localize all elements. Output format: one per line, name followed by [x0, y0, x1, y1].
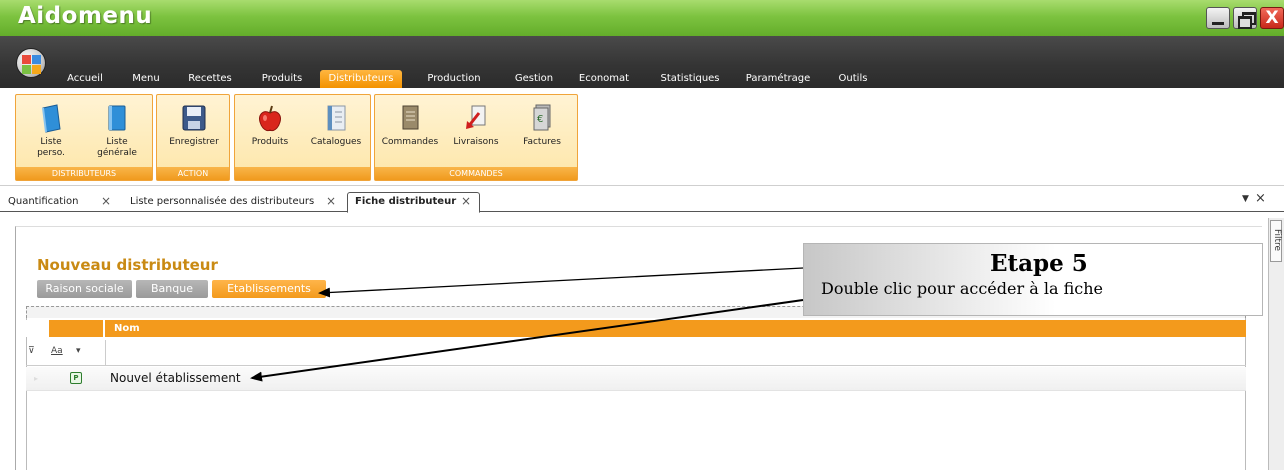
row-name[interactable]: Nouvel établissement: [110, 371, 241, 385]
minimize-icon: [1207, 8, 1229, 28]
filter-side-label: Filtre: [1272, 229, 1282, 252]
grid-header: Nom: [26, 320, 1246, 337]
subtab-banque[interactable]: Banque: [136, 280, 208, 298]
liste-generale-button[interactable]: Liste générale: [84, 95, 150, 168]
tab-liste-personnalisee[interactable]: Liste personnalisée des distributeurs: [130, 195, 314, 209]
grid-header-indicator: [49, 320, 103, 337]
column-header-nom[interactable]: [105, 320, 1246, 337]
book-icon: [108, 105, 126, 131]
title-bar: Aidomenu X: [0, 0, 1284, 36]
apple-icon: [259, 105, 281, 132]
ribbon-group-produits: Produits Catalogues: [234, 94, 371, 181]
liste-generale-label: Liste générale: [97, 137, 137, 158]
ribbon-group-action: Enregistrer ACTION: [156, 94, 230, 181]
catalog-icon: [327, 105, 346, 131]
produits-button[interactable]: Produits: [237, 95, 303, 168]
save-icon: [182, 105, 206, 131]
establishment-icon: P: [70, 372, 82, 384]
catalogues-button[interactable]: Catalogues: [303, 95, 369, 168]
ribbon-group-label: DISTRIBUTEURS: [16, 167, 152, 180]
column-header-label: Nom: [114, 323, 140, 334]
liste-perso-button[interactable]: Liste perso.: [18, 95, 84, 168]
grid-filter-row: ⊽ Aa ▾: [26, 340, 1246, 366]
subtab-etablissements[interactable]: Etablissements: [212, 280, 326, 298]
delivery-icon: [466, 105, 486, 129]
chevron-down-icon[interactable]: ▾: [76, 346, 81, 356]
pin-icon[interactable]: ▼: [1242, 194, 1249, 204]
liste-perso-label: Liste perso.: [37, 137, 65, 158]
close-icon: X: [1265, 8, 1279, 28]
invoice-icon: €: [533, 104, 551, 131]
filter-side-tab[interactable]: Filtre: [1270, 220, 1282, 262]
ribbon-group-commandes: Commandes Livraisons € Factures COMMANDE…: [374, 94, 578, 181]
factures-button[interactable]: € Factures: [509, 95, 575, 168]
commandes-button[interactable]: Commandes: [377, 95, 443, 168]
menu-tab-outils[interactable]: Outils: [830, 70, 876, 88]
menu-tab-parametrage[interactable]: Paramétrage: [738, 70, 818, 88]
ribbon-group-label: [235, 167, 370, 180]
close-icon[interactable]: ×: [326, 194, 336, 208]
filter-case-icon[interactable]: Aa: [51, 346, 63, 356]
commandes-label: Commandes: [381, 137, 439, 147]
app-title: Aidomenu: [18, 3, 153, 29]
tab-quantification[interactable]: Quantification: [8, 195, 78, 209]
close-icon[interactable]: ×: [461, 194, 471, 208]
factures-label: Factures: [523, 137, 561, 147]
menu-tab-economat[interactable]: Economat: [571, 70, 637, 88]
filter-icon[interactable]: ⊽: [28, 346, 35, 356]
app-logo-button[interactable]: [16, 48, 46, 78]
ribbon-group-label: ACTION: [157, 167, 229, 180]
order-icon: [402, 105, 419, 130]
livraisons-label: Livraisons: [453, 137, 499, 147]
menu-tab-recettes[interactable]: Recettes: [182, 70, 238, 88]
menu-tab-produits[interactable]: Produits: [254, 70, 310, 88]
enregistrer-button[interactable]: Enregistrer: [159, 95, 229, 168]
minimize-button[interactable]: [1206, 7, 1230, 29]
livraisons-button[interactable]: Livraisons: [443, 95, 509, 168]
ribbon-group-distributeurs: Liste perso. Liste générale DISTRIBUTEUR…: [15, 94, 153, 181]
row-indicator-icon: ▸: [34, 374, 39, 383]
close-icon[interactable]: ×: [101, 194, 111, 208]
callout-title: Etape 5: [990, 250, 1088, 277]
svg-text:€: €: [537, 114, 543, 125]
enregistrer-label: Enregistrer: [169, 137, 219, 147]
menu-tab-production[interactable]: Production: [418, 70, 490, 88]
subtab-raison-sociale[interactable]: Raison sociale: [37, 280, 132, 298]
close-button[interactable]: X: [1260, 7, 1284, 29]
restore-icon: [1234, 8, 1256, 29]
page-title: Nouveau distributeur: [37, 256, 218, 274]
menu-tab-accueil[interactable]: Accueil: [60, 70, 110, 88]
catalogues-label: Catalogues: [310, 137, 362, 147]
book-icon: [42, 104, 61, 133]
menu-tab-distributeurs[interactable]: Distributeurs: [320, 70, 402, 88]
produits-label: Produits: [251, 137, 289, 147]
close-icon[interactable]: ×: [1255, 191, 1266, 206]
menu-tab-menu[interactable]: Menu: [126, 70, 166, 88]
callout-text: Double clic pour accéder à la fiche: [821, 279, 1103, 298]
filter-separator: [105, 340, 106, 366]
tab-fiche-distributeur[interactable]: Fiche distributeur: [355, 195, 456, 209]
menu-tab-gestion[interactable]: Gestion: [505, 70, 563, 88]
ribbon-group-label: COMMANDES: [375, 167, 577, 180]
menu-tab-statistiques[interactable]: Statistiques: [652, 70, 728, 88]
table-row[interactable]: ▸ P Nouvel établissement: [26, 367, 1246, 391]
app-window: Aidomenu X Accueil Menu Recettes Produit…: [0, 0, 1284, 470]
maximize-button[interactable]: [1233, 7, 1257, 29]
